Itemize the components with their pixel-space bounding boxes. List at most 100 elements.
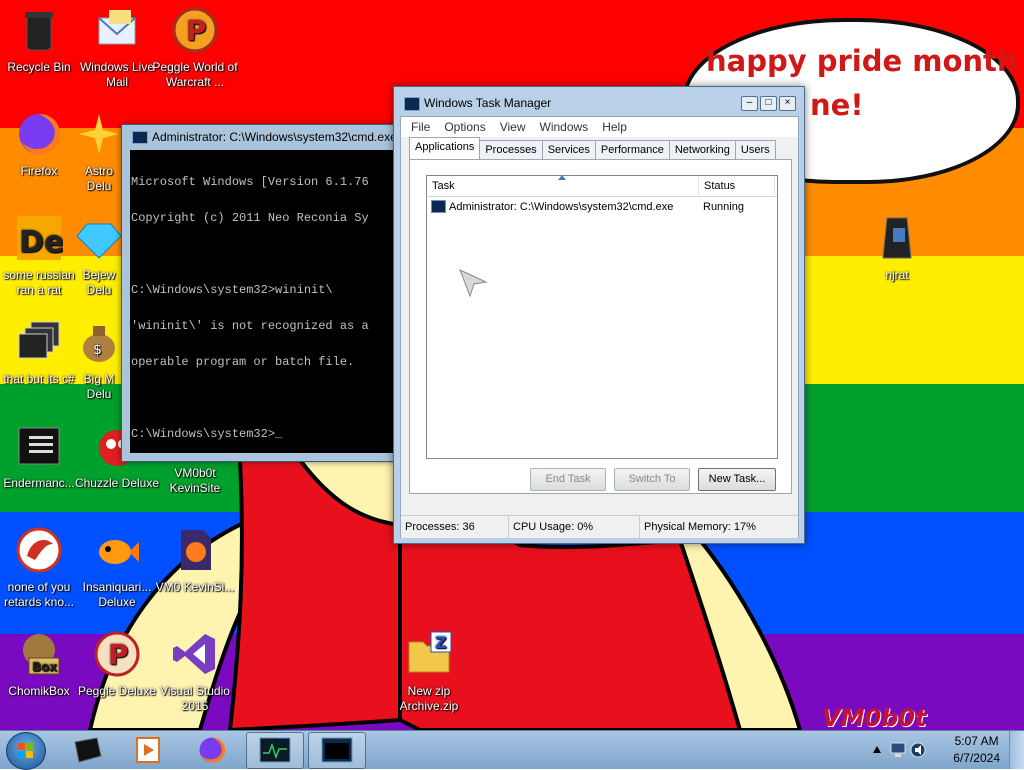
tab-applications[interactable]: Applications bbox=[409, 137, 481, 159]
tm-titlebar[interactable]: Windows Task Manager – □ × bbox=[394, 87, 804, 117]
tab-services[interactable]: Services bbox=[541, 140, 596, 159]
task-list-header: Task Status bbox=[427, 175, 777, 197]
cmd-title-text: Administrator: C:\Windows\system32\cmd.e… bbox=[152, 130, 397, 144]
desktop-icon-chomikbox[interactable]: Box ChomikBox bbox=[0, 630, 82, 699]
desktop-icon-label: Peggle Deluxe bbox=[77, 684, 157, 698]
media-player-icon bbox=[136, 737, 160, 763]
hamster-box-icon: Box bbox=[23, 634, 60, 675]
taskbar-task-manager[interactable] bbox=[246, 732, 304, 769]
menu-bar: File Options View Windows Help bbox=[401, 117, 798, 137]
desktop-icon-label: Visual Studio 2015 bbox=[160, 684, 230, 713]
table-row[interactable]: Administrator: C:\Windows\system32\cmd.e… bbox=[427, 197, 777, 217]
svg-text:P: P bbox=[186, 14, 207, 47]
desktop-icon-label: that but its c# bbox=[3, 372, 75, 386]
close-button[interactable]: × bbox=[779, 96, 796, 111]
desktop-icon-astro[interactable]: Astro Delu bbox=[74, 110, 124, 194]
clock[interactable]: 5:07 AM 6/7/2024 bbox=[953, 733, 1000, 767]
show-hidden-icons-icon[interactable] bbox=[872, 745, 882, 755]
mouse-cursor-icon bbox=[459, 269, 488, 298]
switch-to-button[interactable]: Switch To bbox=[614, 468, 690, 491]
cmd-console[interactable]: Microsoft Windows [Version 6.1.76 Copyri… bbox=[130, 150, 412, 453]
column-status[interactable]: Status bbox=[699, 176, 775, 196]
end-task-button[interactable]: End Task bbox=[530, 468, 606, 491]
desktop-icon-bejeweled[interactable]: Bejew Delu bbox=[74, 214, 124, 298]
cmd-window[interactable]: Administrator: C:\Windows\system32\cmd.e… bbox=[121, 124, 413, 462]
desktop-icon-peggle-wow[interactable]: P Peggle World of Warcraft ... bbox=[152, 6, 238, 90]
desktop-icon-label: Peggle World of Warcraft ... bbox=[152, 60, 238, 89]
new-task-button[interactable]: New Task... bbox=[698, 468, 776, 491]
desktop-icon-label: Insaniquari... Deluxe bbox=[82, 580, 152, 609]
console-line: operable program or batch file. bbox=[131, 355, 355, 369]
desktop-icon-windows-live-mail[interactable]: Windows Live Mail bbox=[74, 6, 160, 90]
menu-file[interactable]: File bbox=[404, 117, 437, 137]
desktop-icon-label: Chuzzle Deluxe bbox=[74, 476, 160, 490]
desktop-icon-russian-rat[interactable]: De some russian ran a rat bbox=[0, 214, 82, 298]
menu-view[interactable]: View bbox=[493, 117, 533, 137]
desktop-icon-new-zip[interactable]: Z New zip Archive.zip bbox=[386, 630, 472, 714]
status-processes: Processes: 36 bbox=[401, 516, 509, 538]
taskbar-firefox[interactable] bbox=[184, 732, 240, 767]
desktop-icon-vm0-kevinsite[interactable]: VM0 KevinSi... bbox=[152, 526, 238, 595]
tab-processes[interactable]: Processes bbox=[479, 140, 543, 159]
svg-text:P: P bbox=[108, 638, 129, 671]
network-icon[interactable] bbox=[890, 742, 906, 758]
taskbar-media-player[interactable] bbox=[120, 732, 176, 767]
peggle-icon: P bbox=[94, 631, 140, 677]
console-icon bbox=[18, 427, 60, 465]
clock-date: 6/7/2024 bbox=[953, 751, 1000, 765]
task-list[interactable]: Task Status Administrator: C:\Windows\sy… bbox=[426, 175, 778, 459]
clock-time: 5:07 AM bbox=[954, 734, 999, 748]
task-manager-title-icon bbox=[404, 97, 420, 111]
desktop-icon-none-of-you[interactable]: none of you retards kno... bbox=[0, 526, 82, 610]
taskbar-cmd[interactable] bbox=[308, 732, 366, 769]
desktop-icon-label: Endermanc... bbox=[3, 476, 75, 490]
recycle-bin-icon bbox=[25, 12, 53, 51]
status-bar: Processes: 36 CPU Usage: 0% Physical Mem… bbox=[401, 515, 798, 538]
desktop-icon-that-but-csharp[interactable]: that but its c# bbox=[0, 318, 82, 387]
money-bag-icon: $ bbox=[83, 326, 115, 362]
system-tray: 5:07 AM 6/7/2024 bbox=[864, 731, 1024, 769]
start-button[interactable] bbox=[6, 732, 46, 770]
desktop-icon-label: some russian ran a rat bbox=[3, 268, 75, 297]
taskbar-cmd-pinned[interactable] bbox=[60, 732, 116, 767]
bubble-text: happy pride month bbox=[706, 44, 1018, 78]
cmd-titlebar[interactable]: Administrator: C:\Windows\system32\cmd.e… bbox=[122, 125, 412, 149]
watermark: VM0b0t bbox=[822, 704, 927, 732]
show-desktop-button[interactable] bbox=[1009, 731, 1024, 769]
cmd-row-icon bbox=[431, 199, 446, 213]
desktop-icon-label: Astro Delu bbox=[84, 164, 113, 193]
desktop-icon-label: Windows Live Mail bbox=[79, 60, 155, 89]
menu-options[interactable]: Options bbox=[437, 117, 492, 137]
tab-users[interactable]: Users bbox=[734, 140, 776, 159]
svg-text:Box: Box bbox=[32, 660, 57, 674]
task-manager-window[interactable]: Windows Task Manager – □ × File Options … bbox=[393, 86, 805, 544]
volume-icon[interactable] bbox=[910, 742, 926, 758]
tab-networking[interactable]: Networking bbox=[668, 140, 736, 159]
tab-performance[interactable]: Performance bbox=[594, 140, 670, 159]
desktop-icon-visual-studio[interactable]: Visual Studio 2015 bbox=[152, 630, 238, 714]
maximize-button[interactable]: □ bbox=[760, 96, 777, 111]
desktop-icon-label: Big M Delu bbox=[83, 372, 115, 401]
desktop-icon-njrat[interactable]: njrat bbox=[854, 214, 940, 283]
desktop-icon-label: ChomikBox bbox=[8, 684, 70, 698]
desktop-icon-peggle-deluxe[interactable]: P Peggle Deluxe bbox=[74, 630, 160, 699]
menu-windows[interactable]: Windows bbox=[533, 117, 596, 137]
mail-icon bbox=[98, 10, 136, 45]
firefox-file-icon bbox=[181, 530, 211, 570]
status-memory: Physical Memory: 17% bbox=[644, 521, 756, 533]
desktop-icon-vm0b0t-kevinsite[interactable]: VM0b0t KevinSite bbox=[152, 466, 238, 496]
desktop-icon-firefox[interactable]: Firefox bbox=[0, 110, 82, 179]
bubble-text-line2: ne! bbox=[810, 88, 864, 122]
desktop-icon-big-money[interactable]: $ Big M Delu bbox=[74, 318, 124, 402]
desktop-icon-recycle-bin[interactable]: Recycle Bin bbox=[0, 6, 82, 75]
menu-help[interactable]: Help bbox=[595, 117, 634, 137]
tab-strip: Applications Processes Services Performa… bbox=[409, 137, 776, 159]
console-line: C:\Windows\system32>wininit\ bbox=[131, 283, 333, 297]
minimize-button[interactable]: – bbox=[741, 96, 758, 111]
dragon-icon bbox=[16, 527, 62, 573]
desktop-icon-insaniquarium[interactable]: Insaniquari... Deluxe bbox=[74, 526, 160, 610]
desktop-icon-label: none of you retards kno... bbox=[3, 580, 75, 609]
svg-text:De: De bbox=[19, 225, 63, 260]
desktop-icon-endermanch[interactable]: Endermanc... bbox=[0, 422, 82, 491]
